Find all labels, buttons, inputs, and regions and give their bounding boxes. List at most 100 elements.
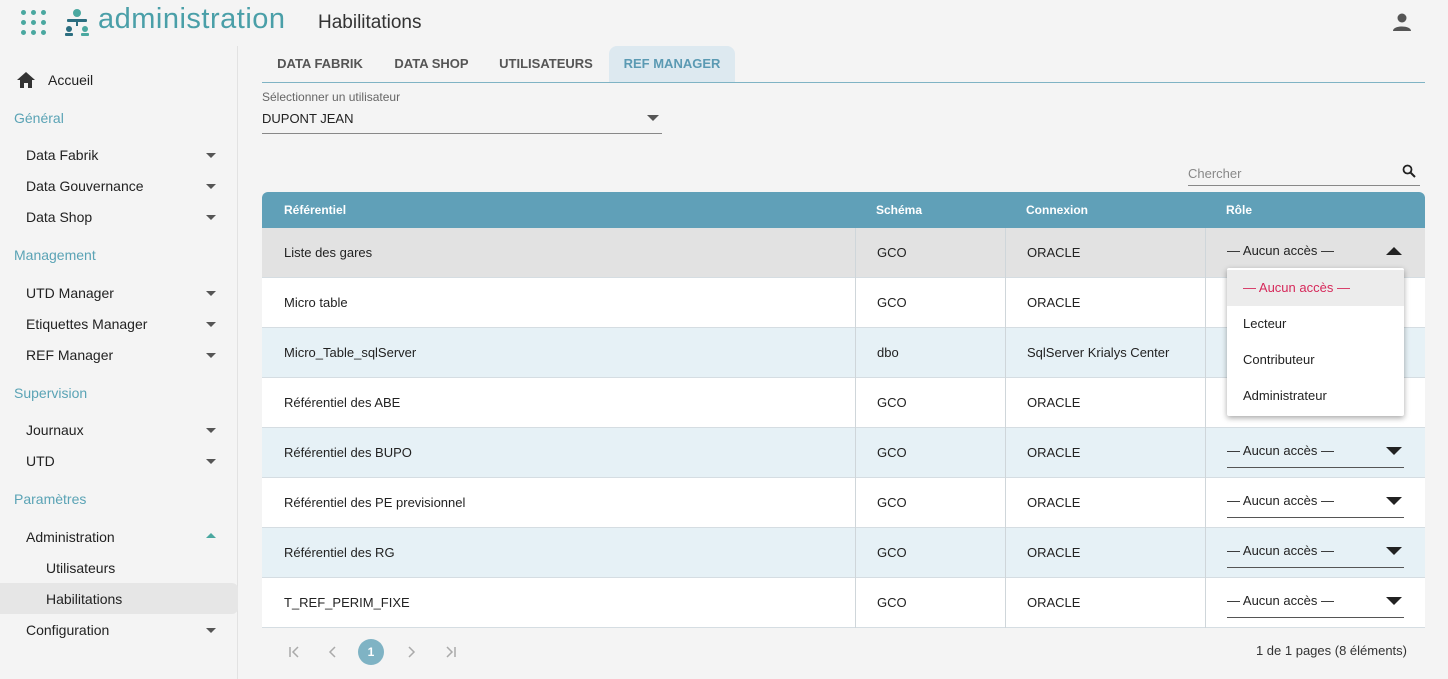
cell-connexion: ORACLE <box>1027 595 1081 610</box>
sidebar-item-data-fabrik[interactable]: Data Fabrik <box>0 139 238 170</box>
role-select-value: — Aucun accès — <box>1227 593 1334 608</box>
tab-utilisateurs[interactable]: UTILISATEURS <box>487 46 605 82</box>
role-option-lecteur[interactable]: Lecteur <box>1227 306 1404 342</box>
user-select[interactable]: Sélectionner un utilisateur DUPONT JEAN <box>262 89 662 134</box>
cell-schema: GCO <box>877 445 907 460</box>
previous-page-icon[interactable] <box>323 642 343 662</box>
sidebar: Accueil Général Data Fabrik Data Gouvern… <box>0 46 238 679</box>
app-header: administration Habilitations <box>0 0 1448 46</box>
search-icon[interactable] <box>1402 164 1416 178</box>
sidebar-item-administration[interactable]: Administration <box>0 521 238 552</box>
role-select[interactable]: — Aucun accès — <box>1227 588 1404 618</box>
table-row: Référentiel des RG GCO ORACLE — Aucun accès… <box>262 528 1425 578</box>
search-input[interactable] <box>1188 160 1398 186</box>
last-page-icon[interactable] <box>441 642 461 662</box>
chevron-down-icon <box>1386 547 1402 555</box>
brand-name: administration <box>98 3 286 35</box>
search-underline <box>1188 185 1420 186</box>
column-header-connexion[interactable]: Connexion <box>1026 203 1088 217</box>
column-divider <box>1005 228 1006 278</box>
cell-connexion: ORACLE <box>1027 395 1081 410</box>
column-divider <box>1005 378 1006 428</box>
column-header-role[interactable]: Rôle <box>1226 203 1252 217</box>
sidebar-item-accueil[interactable]: Accueil <box>0 64 238 96</box>
cell-referentiel: Référentiel des BUPO <box>284 445 412 460</box>
role-option-administrateur[interactable]: Administrateur <box>1227 378 1404 414</box>
sidebar-item-etiquettes-manager[interactable]: Etiquettes Manager <box>0 308 238 339</box>
tab-data-shop[interactable]: DATA SHOP <box>380 46 483 82</box>
first-page-icon[interactable] <box>284 642 304 662</box>
chevron-up-icon <box>206 533 216 538</box>
cell-referentiel: Référentiel des ABE <box>284 395 401 410</box>
sidebar-item-utd-manager[interactable]: UTD Manager <box>0 277 238 308</box>
cell-connexion: ORACLE <box>1027 245 1081 260</box>
role-select[interactable]: — Aucun accès — <box>1227 488 1404 518</box>
sidebar-item-journaux[interactable]: Journaux <box>0 414 238 445</box>
role-select[interactable]: — Aucun accès — <box>1227 238 1404 268</box>
sidebar-item-ref-manager[interactable]: REF Manager <box>0 339 238 370</box>
cell-connexion: ORACLE <box>1027 295 1081 310</box>
column-divider <box>1005 578 1006 628</box>
cell-connexion: SqlServer Krialys Center <box>1027 345 1170 360</box>
column-divider <box>1205 428 1206 478</box>
role-option-aucun-acces[interactable]: — Aucun accès — <box>1227 270 1404 306</box>
chevron-down-icon <box>206 291 216 296</box>
column-divider <box>855 528 856 578</box>
sidebar-item-configuration[interactable]: Configuration <box>0 614 238 645</box>
sidebar-item-label: Journaux <box>26 422 84 438</box>
column-divider <box>1005 328 1006 378</box>
cell-referentiel: Micro_Table_sqlServer <box>284 345 417 360</box>
column-divider <box>1205 478 1206 528</box>
sidebar-item-label: Utilisateurs <box>46 560 116 576</box>
sidebar-item-data-shop[interactable]: Data Shop <box>0 201 238 232</box>
column-header-referentiel[interactable]: Référentiel <box>284 203 346 217</box>
user-select-underline <box>262 133 662 134</box>
page-info: 1 de 1 pages (8 éléments) <box>1255 643 1407 658</box>
tab-ref-manager[interactable]: REF MANAGER <box>609 46 735 82</box>
sidebar-item-label: Habilitations <box>46 591 123 607</box>
tab-data-fabrik[interactable]: DATA FABRIK <box>262 46 378 82</box>
next-page-icon[interactable] <box>401 642 421 662</box>
role-option-contributeur[interactable]: Contributeur <box>1227 342 1404 378</box>
home-icon <box>17 72 35 88</box>
column-divider <box>1205 278 1206 328</box>
table-row: T_REF_PERIM_FIXE GCO ORACLE — Aucun accès — <box>262 578 1425 628</box>
chevron-down-icon <box>206 215 216 220</box>
chevron-down-icon <box>1386 497 1402 505</box>
page-number-button[interactable]: 1 <box>358 639 384 665</box>
cell-schema: dbo <box>877 345 899 360</box>
sidebar-item-label: Configuration <box>26 622 110 638</box>
sidebar-item-data-gouvernance[interactable]: Data Gouvernance <box>0 170 238 201</box>
column-divider <box>1205 528 1206 578</box>
dropdown-arrow-icon <box>647 115 659 121</box>
column-divider <box>855 428 856 478</box>
cell-connexion: ORACLE <box>1027 545 1081 560</box>
sidebar-subitem-habilitations[interactable]: Habilitations <box>0 583 238 614</box>
cell-referentiel: Liste des gares <box>284 245 373 260</box>
cell-schema: GCO <box>877 245 907 260</box>
column-divider <box>1205 228 1206 278</box>
column-divider <box>855 328 856 378</box>
sidebar-item-label: REF Manager <box>26 347 114 363</box>
cell-schema: GCO <box>877 395 907 410</box>
section-supervision: Supervision <box>14 385 88 401</box>
apps-grid-icon[interactable] <box>21 10 47 36</box>
column-divider <box>855 478 856 528</box>
pagination: 1 1 de 1 pages (8 éléments) <box>262 629 1425 673</box>
sidebar-subitem-utilisateurs[interactable]: Utilisateurs <box>0 552 238 583</box>
role-select[interactable]: — Aucun accès — <box>1227 438 1404 468</box>
role-select-value: — Aucun accès — <box>1227 443 1334 458</box>
role-select-underline <box>1227 567 1404 568</box>
sidebar-item-utd[interactable]: UTD <box>0 445 238 476</box>
cell-schema: GCO <box>877 295 907 310</box>
column-divider <box>1205 578 1206 628</box>
chevron-down-icon <box>206 322 216 327</box>
sidebar-item-label: Administration <box>26 529 115 545</box>
role-select[interactable]: — Aucun accès — <box>1227 538 1404 568</box>
role-select-underline <box>1227 517 1404 518</box>
user-select-label: Sélectionner un utilisateur <box>262 90 401 104</box>
column-header-schema[interactable]: Schéma <box>876 203 922 217</box>
sidebar-item-label: UTD <box>26 453 55 469</box>
account-icon[interactable] <box>1392 12 1412 32</box>
cell-referentiel: Référentiel des PE previsionnel <box>284 495 466 510</box>
